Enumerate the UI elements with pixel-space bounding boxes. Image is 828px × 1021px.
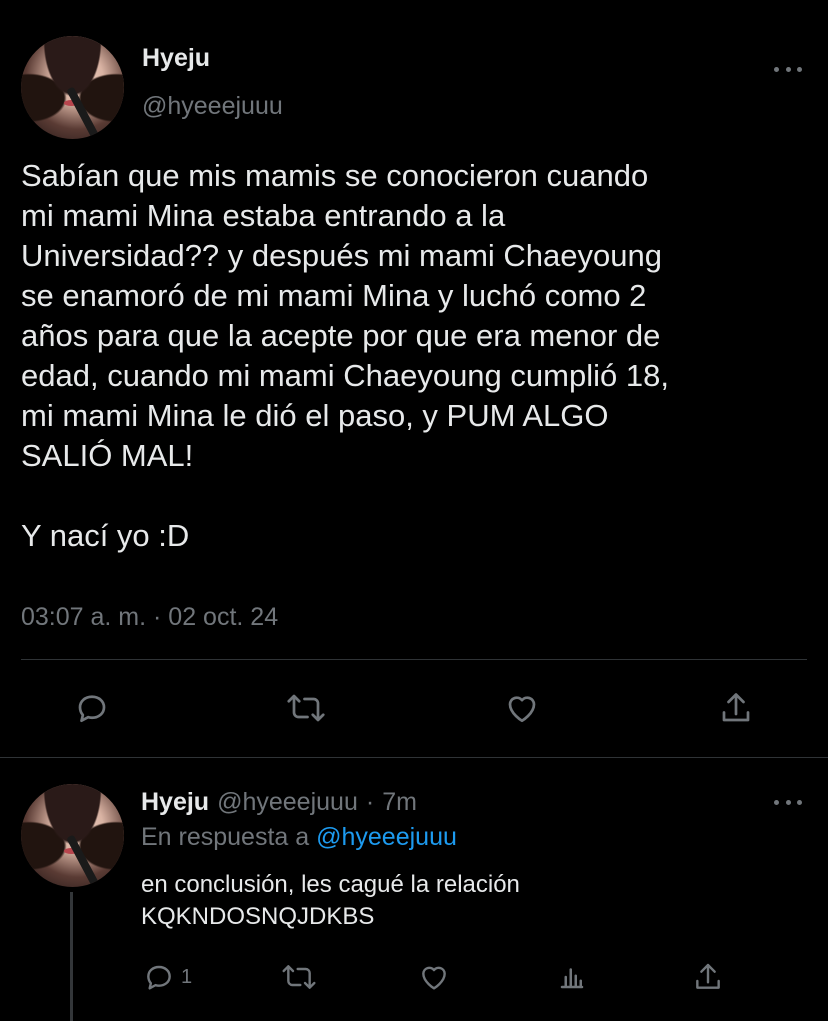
share-icon — [696, 963, 720, 989]
author-handle[interactable]: @hyeeejuuu — [142, 92, 283, 121]
reply-header: Hyeju @hyeeejuuu · 7m — [141, 788, 417, 817]
reply-avatar[interactable] — [21, 784, 124, 887]
reply-share-button[interactable] — [692, 961, 724, 993]
main-tweet: Hyeju @hyeeejuuu Sabían que mis mamis se… — [0, 0, 828, 757]
reply-like-button[interactable] — [418, 961, 450, 993]
retweet-icon — [282, 965, 316, 989]
tweet-separator — [0, 757, 828, 758]
reply-button[interactable] — [74, 690, 110, 726]
reply-more-options-icon[interactable] — [774, 796, 802, 808]
retweet-button[interactable] — [285, 690, 327, 726]
thread-line — [70, 892, 73, 1021]
tweet-thread-page: Hyeju @hyeeejuuu Sabían que mis mamis se… — [0, 0, 828, 1021]
stats-icon — [560, 968, 584, 989]
retweet-icon — [287, 694, 325, 722]
replying-to: En respuesta a @hyeeejuuu — [141, 823, 457, 852]
reply-retweet-button[interactable] — [280, 961, 318, 993]
author-name[interactable]: Hyeju — [142, 44, 210, 73]
reply-text: en conclusión, les cagué la relación KQK… — [141, 871, 520, 930]
like-button[interactable] — [503, 690, 541, 726]
reply-time[interactable]: 7m — [382, 788, 417, 817]
heart-icon — [422, 966, 446, 990]
replying-to-mention[interactable]: @hyeeejuuu — [316, 823, 457, 851]
more-options-icon[interactable] — [774, 63, 802, 75]
reply-reply-button[interactable]: 1 — [143, 961, 192, 993]
tweet-timestamp[interactable]: 03:07 a. m. · 02 oct. 24 — [21, 603, 278, 632]
reply-stats-button[interactable] — [557, 961, 587, 993]
reply-count: 1 — [181, 965, 193, 988]
share-icon — [722, 693, 750, 722]
divider — [21, 659, 807, 660]
reply-icon — [78, 695, 106, 723]
avatar[interactable] — [21, 36, 124, 139]
share-button[interactable] — [718, 690, 754, 726]
separator-dot: · — [365, 788, 375, 816]
replying-to-prefix: En respuesta a — [141, 823, 310, 851]
reply-icon — [147, 965, 171, 990]
reply-author-handle[interactable]: @hyeeejuuu — [217, 788, 358, 817]
reply-author-name[interactable]: Hyeju — [141, 788, 209, 817]
heart-icon — [508, 696, 536, 723]
tweet-text: Sabían que mis mamis se conocieron cuand… — [21, 158, 669, 553]
